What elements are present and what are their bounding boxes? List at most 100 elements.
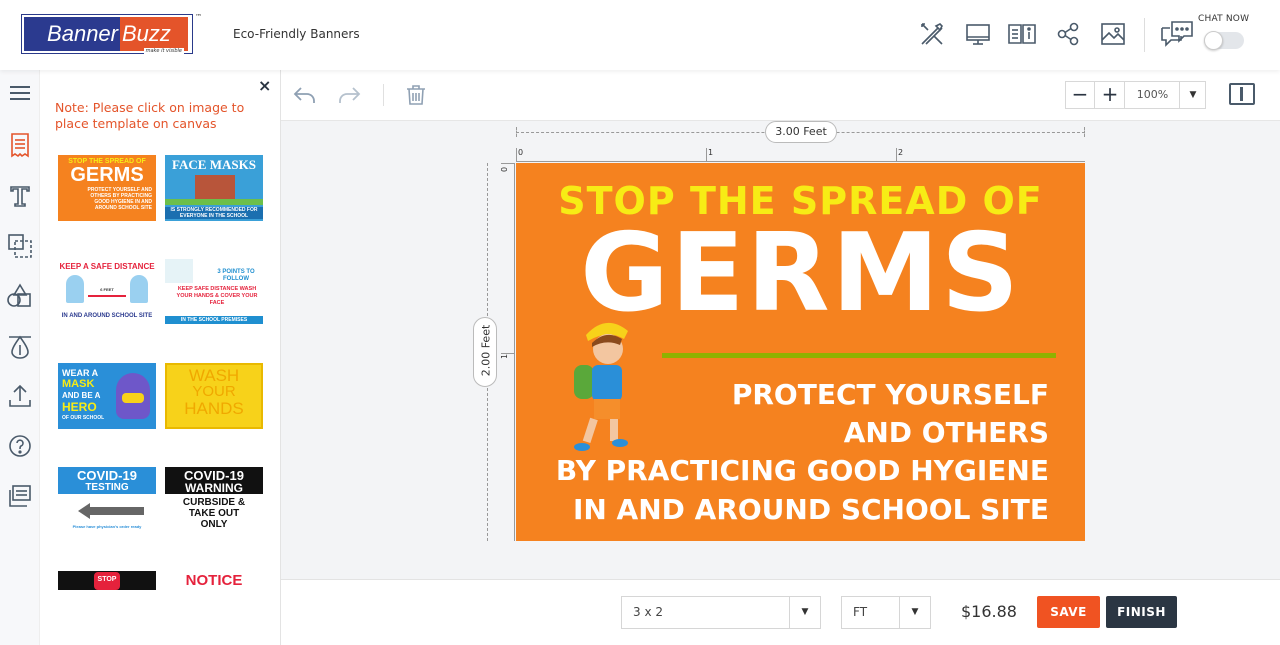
ruler-h-label-0: 0 (518, 148, 524, 157)
layers-icon[interactable] (6, 482, 34, 510)
template-thumb-face-masks[interactable]: FACE MASKS IS STRONGLY RECOMMENDED FOR E… (165, 155, 263, 221)
thumb-kid-left (66, 275, 84, 303)
thumb-distance-line2: 6 FEET (100, 287, 114, 292)
thumb-school-building (195, 175, 235, 199)
template-thumb-wear-a-mask[interactable]: WEAR A MASK AND BE A HERO OF OUR SCHOOL (58, 363, 156, 429)
background-icon[interactable] (6, 333, 34, 361)
ruler-h-tick (706, 148, 707, 161)
thumb-germs-line2: GERMS (70, 164, 144, 186)
tools-icon[interactable] (918, 20, 946, 48)
height-label-badge: 2.00 Feet (473, 317, 497, 387)
thumb-mask-line2: MASK (62, 378, 95, 390)
template-panel: × Note: Please click on image to place t… (40, 70, 281, 645)
unit-select[interactable]: FT ▼ (841, 596, 931, 629)
thumb-mask-line5: OF OUR SCHOOL (62, 415, 105, 421)
monitor-icon[interactable] (964, 20, 992, 48)
toggle-panel-icon[interactable] (1229, 83, 1255, 105)
thumb-testing-line2: TESTING (85, 482, 129, 493)
template-thumb-covid-warning[interactable]: COVID-19 WARNING CURBSIDE & TAKE OUT ONL… (165, 467, 263, 533)
logo-tagline: make it visible (143, 48, 184, 54)
template-thumb-wash-hands[interactable]: WASH YOUR HANDS (165, 363, 263, 429)
bannerbuzz-logo[interactable]: Banner Buzz ™ make it visible (21, 13, 202, 54)
ruler-h-label-1: 1 (708, 148, 714, 157)
logo-tm: ™ (195, 13, 202, 21)
design-canvas[interactable]: STOP THE SPREAD OF GERMS PROTECT YOURSEL… (516, 163, 1085, 541)
thumb-arrow-head (78, 503, 90, 519)
thumb-arrow-shaft (90, 507, 144, 515)
ruler-v-label-0: 0 (500, 166, 510, 173)
shapes-icon[interactable] (6, 232, 34, 260)
upload-icon[interactable] (6, 382, 34, 410)
zoom-out-button[interactable]: − (1066, 82, 1095, 108)
size-select-value: 3 x 2 (633, 605, 663, 619)
height-label: 2.00 Feet (479, 324, 493, 377)
ruler-h-tick (896, 148, 897, 161)
template-thumb-3-points[interactable]: 3 POINTS TO FOLLOW KEEP SAFE DISTANCE WA… (165, 259, 263, 325)
size-dropdown-icon[interactable]: ▼ (789, 597, 820, 628)
thumb-stop-line1: STOP (97, 576, 117, 583)
canvas-line-others[interactable]: AND OTHERS (844, 417, 1049, 449)
thumb-warning-line3: CURBSIDE & TAKE OUT ONLY (182, 497, 246, 530)
menu-icon[interactable] (6, 79, 34, 107)
thumb-testing-line1: COVID-19 (77, 468, 137, 483)
canvas-line-protect[interactable]: PROTECT YOURSELF (732, 379, 1049, 411)
canvas-line-practicing[interactable]: BY PRACTICING GOOD HYGIENE (556, 455, 1049, 487)
thumb-3points-graphic (165, 259, 193, 283)
thumb-facemasks-line3: IS STRONGLY RECOMMENDED FOR EVERYONE IN … (165, 207, 263, 219)
thumb-mask-line1: WEAR A (62, 368, 99, 378)
template-thumb-germs[interactable]: STOP THE SPREAD OF GERMS PROTECT YOURSEL… (58, 155, 156, 221)
chat-icon[interactable] (1160, 20, 1194, 48)
book-info-icon[interactable] (1007, 20, 1036, 48)
width-tick-right (1084, 127, 1085, 137)
ruler-v-tick (501, 163, 514, 164)
close-panel-icon[interactable]: × (258, 76, 271, 95)
editor-toolbar: − + 100% ▼ (281, 70, 1280, 121)
zoom-in-button[interactable]: + (1096, 82, 1125, 108)
undo-icon[interactable] (292, 82, 318, 108)
canvas-workspace: 3.00 Feet 0 1 2 2.00 Feet 0 1 STOP THE S… (281, 121, 1280, 579)
thumb-facemasks-line1: FACE MASKS (172, 157, 256, 172)
product-title: Eco-Friendly Banners (233, 27, 360, 41)
toolbar-divider (383, 84, 384, 106)
thumb-distance-line1: KEEP A SAFE DISTANCE (59, 262, 155, 271)
save-button[interactable]: SAVE (1037, 596, 1100, 628)
canvas-line-school[interactable]: IN AND AROUND SCHOOL SITE (573, 494, 1049, 526)
canvas-kid-illustration[interactable] (568, 315, 648, 455)
redo-icon[interactable] (336, 82, 362, 108)
thumb-kid-right (130, 275, 148, 303)
templates-icon[interactable] (6, 131, 34, 159)
template-thumb-stop[interactable]: STOP (58, 571, 156, 590)
size-select[interactable]: 3 x 2 ▼ (621, 596, 821, 629)
finish-button[interactable]: FINISH (1106, 596, 1177, 628)
vertical-ruler: 0 1 (500, 163, 515, 541)
canvas-green-rule[interactable] (662, 353, 1056, 358)
help-icon[interactable] (6, 432, 34, 460)
zoom-dropdown-icon[interactable]: ▼ (1180, 82, 1206, 108)
template-thumb-safe-distance[interactable]: KEEP A SAFE DISTANCE 6 FEET IN AND AROUN… (58, 259, 156, 325)
image-icon[interactable] (1099, 20, 1127, 48)
clipart-icon[interactable] (6, 282, 34, 310)
template-thumb-notice[interactable]: NOTICE (165, 571, 263, 593)
trash-icon[interactable] (403, 82, 429, 108)
thumb-distance-line3: IN AND AROUND SCHOOL SITE (61, 313, 153, 319)
share-icon[interactable] (1055, 20, 1083, 48)
thumb-germs-line3: PROTECT YOURSELF AND OTHERS BY PRACTICIN… (87, 187, 152, 211)
template-note: Note: Please click on image to place tem… (55, 100, 245, 131)
template-thumb-covid-testing[interactable]: COVID-19 TESTING Please have physician's… (58, 467, 156, 533)
thumb-wash-line3: HANDS (184, 399, 244, 418)
zoom-value[interactable]: 100% (1126, 82, 1180, 108)
thumb-3points-line2: KEEP SAFE DISTANCE WASH YOUR HANDS & COV… (176, 286, 258, 306)
ruler-h-tick (516, 148, 517, 161)
left-tool-rail (0, 70, 40, 645)
thumb-hero-mask (122, 393, 144, 403)
width-tick-left (516, 127, 517, 137)
canvas-germs-text[interactable]: GERMS (516, 219, 1085, 329)
thumb-testing-line3: Please have physician's order ready (72, 524, 142, 529)
chat-toggle[interactable] (1204, 31, 1244, 50)
zoom-control: − + 100% ▼ (1065, 81, 1206, 109)
text-icon[interactable] (6, 182, 34, 210)
thumb-wash-line2: YOUR (192, 383, 236, 400)
unit-dropdown-icon[interactable]: ▼ (899, 597, 930, 628)
chat-now-label: CHAT NOW (1198, 14, 1250, 24)
thumb-notice-line1: NOTICE (185, 572, 243, 589)
